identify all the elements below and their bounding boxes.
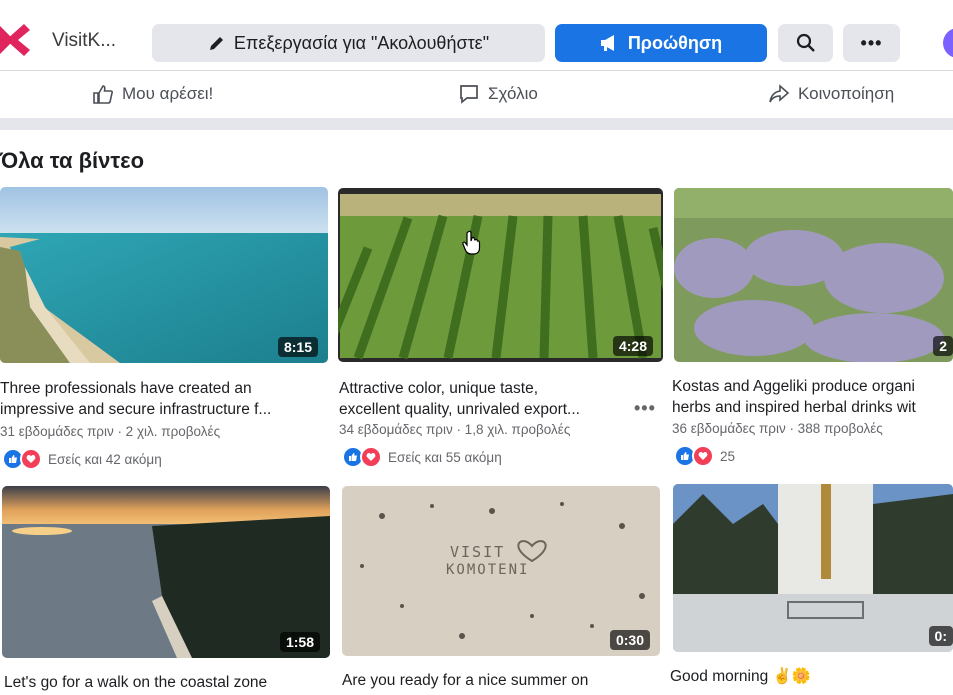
video-title[interactable]: Are you ready for a nice summer on — [342, 670, 588, 691]
video-title-line: herbs and inspired herbal drinks wit — [672, 399, 916, 416]
promote-label: Προώθηση — [627, 32, 723, 53]
section-divider — [0, 118, 953, 130]
video-meta: 36 εβδομάδες πριν · 388 προβολές — [672, 421, 883, 436]
video-duration: 8:15 — [277, 337, 318, 357]
video-title-line: impressive and secure infrastructure f..… — [0, 401, 272, 418]
page-header: VisitK... Επεξεργασία για "Ακολουθήστε" … — [0, 0, 953, 70]
video-title[interactable]: Attractive color, unique taste, excellen… — [339, 378, 580, 420]
video-title-line: Attractive color, unique taste, — [339, 380, 539, 397]
video-meta: 31 εβδομάδες πριν · 2 χιλ. προβολές — [0, 424, 221, 439]
video-reactions[interactable]: Εσείς και 55 ακόμη — [342, 446, 502, 468]
love-reaction-icon — [360, 446, 382, 468]
section-title: Όλα τα βίντεο — [0, 148, 145, 173]
video-title-line: excellent quality, unrivaled export... — [339, 401, 580, 418]
comment-icon — [460, 85, 478, 104]
video-thumbnail[interactable]: 2 — [674, 188, 953, 362]
video-reactions[interactable]: 25 — [674, 445, 735, 467]
share-button[interactable]: Κοινοποίηση — [768, 83, 894, 105]
herbs-field-thumbnail-image — [674, 188, 953, 362]
video-meta: 34 εβδομάδες πριν · 1,8 χιλ. προβολές — [339, 422, 571, 437]
thumbs-up-icon — [93, 85, 113, 104]
video-duration: 0: — [928, 626, 953, 646]
video-more-button[interactable]: ••• — [634, 398, 656, 419]
love-reaction-icon — [692, 445, 714, 467]
videos-section: Όλα τα βίντεο 8:15 Three professionals h… — [0, 130, 953, 695]
search-icon — [796, 33, 815, 52]
sand-text-visit: VISIT — [450, 543, 506, 561]
video-title[interactable]: Three professionals have created an impr… — [0, 378, 271, 420]
comment-button[interactable]: Σχόλιο — [458, 83, 538, 105]
video-thumbnail[interactable]: 0: — [673, 484, 953, 652]
action-bar: Μου αρέσει! Σχόλιο Κοινοποίηση — [0, 70, 953, 119]
edit-follow-label: Επεξεργασία για "Ακολουθήστε" — [233, 32, 490, 53]
video-thumbnail[interactable]: 1:58 — [2, 486, 330, 658]
reactions-text: Εσείς και 55 ακόμη — [388, 449, 502, 465]
video-title[interactable]: Kostas and Aggeliki produce organi herbs… — [672, 376, 916, 418]
monument-thumbnail-image — [673, 484, 953, 652]
video-title-line: Good morning ✌🌼 — [670, 668, 812, 685]
video-duration: 4:28 — [612, 336, 653, 356]
megaphone-icon — [600, 35, 614, 51]
beach-thumbnail-image — [0, 187, 328, 363]
like-label: Μου αρέσει! — [122, 84, 214, 103]
like-button[interactable]: Μου αρέσει! — [92, 83, 213, 105]
more-options-button[interactable]: ••• — [843, 24, 900, 62]
video-reactions[interactable]: Εσείς και 42 ακόμη — [2, 448, 162, 470]
video-title[interactable]: Good morning ✌🌼 — [670, 666, 811, 687]
video-thumbnail[interactable]: VISIT KOMOTENI 0:30 — [342, 486, 660, 656]
video-title-line: Three professionals have created an — [0, 380, 252, 397]
video-thumbnail[interactable]: 4:28 — [338, 188, 663, 362]
share-label: Κοινοποίηση — [798, 84, 895, 103]
comment-label: Σχόλιο — [488, 84, 538, 103]
reactions-text: Εσείς και 42 ακόμη — [48, 451, 162, 467]
more-options-label: ••• — [860, 32, 883, 53]
messenger-icon[interactable] — [941, 26, 953, 60]
page-name[interactable]: VisitK... — [52, 30, 116, 52]
video-duration: 0:30 — [609, 630, 650, 650]
sand-text-komoteni: KOMOTENI — [446, 562, 530, 578]
promote-button[interactable]: Προώθηση — [555, 24, 767, 62]
video-title-line: Let's go for a walk on the coastal zone — [4, 674, 268, 691]
video-duration: 2 — [933, 336, 953, 356]
reactions-text: 25 — [720, 448, 736, 464]
video-thumbnail[interactable]: 8:15 — [0, 187, 328, 363]
love-reaction-icon — [20, 448, 42, 470]
video-title-line: Are you ready for a nice summer on — [342, 672, 589, 689]
video-title[interactable]: Let's go for a walk on the coastal zone — [4, 672, 267, 693]
page-logo-icon[interactable] — [0, 20, 30, 60]
hand-cursor-icon — [462, 230, 481, 255]
video-title-line: Kostas and Aggeliki produce organi — [672, 378, 915, 395]
share-icon — [769, 84, 790, 103]
video-duration: 1:58 — [279, 632, 320, 652]
search-button[interactable] — [778, 24, 833, 62]
edit-follow-button[interactable]: Επεξεργασία για "Ακολουθήστε" — [152, 24, 545, 62]
pencil-icon — [209, 37, 223, 50]
